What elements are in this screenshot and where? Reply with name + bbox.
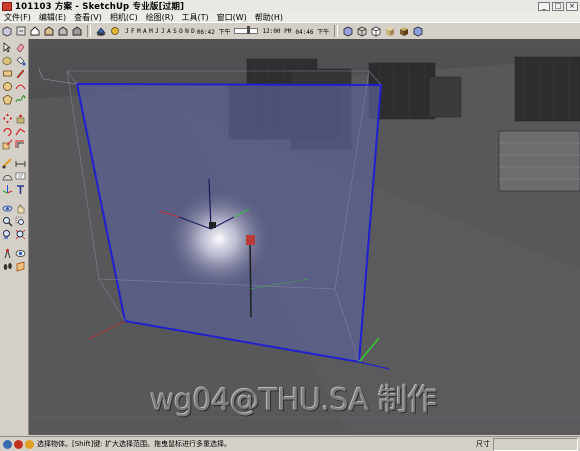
front-view-icon[interactable] [29,25,41,37]
sunset-time: 04:46 下午 [295,28,330,36]
month-label[interactable]: D [191,28,195,35]
help-icon[interactable] [25,439,34,449]
shadow-month-selector[interactable]: J F M A M J J A S O N D [125,28,195,35]
month-label[interactable]: S [173,28,177,35]
menu-file[interactable]: 文件(F) [0,12,35,23]
status-message: 选择物体。[Shift]键: 扩大选择范围。拖曳鼠标进行多重选择。 [37,440,231,448]
zoom-icon[interactable] [2,216,13,227]
freehand-icon[interactable] [15,94,26,105]
watermark-text: wg04@THU.SA 制作 [150,383,437,418]
eraser-icon[interactable] [15,42,26,53]
shaded-style-icon[interactable] [384,25,396,37]
line-pencil-icon[interactable] [15,68,26,79]
iso-view-icon[interactable] [1,25,13,37]
month-label[interactable]: M [149,28,153,35]
menu-camera[interactable]: 相机(C) [106,12,142,23]
text-tool-icon[interactable] [15,171,26,182]
status-bar: 选择物体。[Shift]键: 扩大选择范围。拖曳鼠标进行多重选择。 尺寸 [0,436,580,451]
month-label[interactable]: F [131,28,135,35]
month-label[interactable]: J [125,28,129,35]
time-of-day-slider[interactable] [234,26,259,34]
walk-icon[interactable] [2,261,13,272]
follow-me-icon[interactable] [15,126,26,137]
menu-draw[interactable]: 绘图(R) [142,12,178,23]
offset-icon[interactable] [15,139,26,150]
rectangle-icon[interactable] [2,68,13,79]
polygon-icon[interactable] [2,94,13,105]
3d-viewport[interactable]: wg04@THU.SA 制作 [29,39,580,435]
light-glow [167,189,271,289]
measurements-box[interactable] [493,437,578,451]
month-label[interactable]: J [155,28,159,35]
shaded-textures-style-icon[interactable] [398,25,410,37]
toolbar-separator [87,25,91,37]
menu-window[interactable]: 窗口(W) [213,12,251,23]
protractor-icon[interactable] [2,171,13,182]
menu-help[interactable]: 帮助(H) [251,12,287,23]
select-arrow-icon[interactable] [2,42,13,53]
close-button[interactable]: × [566,1,578,11]
rotate-icon[interactable] [2,126,13,137]
pan-hand-icon[interactable] [15,203,26,214]
sunrise-time: 06:42 下午 [196,28,231,36]
scale-icon[interactable] [2,139,13,150]
hidden-line-style-icon[interactable] [370,25,382,37]
sketchup-app-icon [2,1,12,11]
tool-palette [0,39,29,435]
noon-time: 12:00 PM [262,27,292,35]
orbit-icon[interactable] [2,203,13,214]
move-icon[interactable] [2,113,13,124]
dimension-icon[interactable] [15,158,26,169]
right-view-icon[interactable] [43,25,55,37]
geolocation-icon[interactable] [3,439,12,449]
arc-icon[interactable] [15,81,26,92]
menu-bar: 文件(F) 编辑(E) 查看(V) 相机(C) 绘图(R) 工具(T) 窗口(W… [0,12,580,22]
section-plane-icon[interactable] [15,261,26,272]
monochrome-style-icon[interactable] [412,25,424,37]
shadow-settings-icon[interactable] [109,25,121,37]
measurements-label: 尺寸 [476,440,490,448]
wireframe-style-icon[interactable] [356,25,368,37]
position-camera-icon[interactable] [2,248,13,259]
minimize-button[interactable]: _ [538,1,550,11]
zoom-extents-icon[interactable] [15,229,26,240]
main-toolbar: J F M A M J J A S O N D 06:42 下午 12:00 P… [0,22,580,40]
month-label[interactable]: O [179,28,183,35]
window-title: 101103 方案 - SketchUp 专业版[过期] [15,2,185,12]
circle-icon[interactable] [2,81,13,92]
menu-edit[interactable]: 编辑(E) [35,12,70,23]
month-label[interactable]: N [185,28,189,35]
menu-view[interactable]: 查看(V) [70,12,106,23]
status-icons [3,439,34,449]
paint-bucket-icon[interactable] [15,55,26,66]
top-view-icon[interactable] [15,25,27,37]
push-pull-icon[interactable] [15,113,26,124]
xray-style-icon[interactable] [342,25,354,37]
shadows-toggle-icon[interactable] [95,25,107,37]
credits-icon[interactable] [14,439,23,449]
look-around-icon[interactable] [15,248,26,259]
previous-view-icon[interactable] [2,229,13,240]
window-controls: _ □ × [538,1,578,11]
month-label[interactable]: M [137,28,141,35]
maximize-button[interactable]: □ [552,1,564,11]
axes-icon[interactable] [2,184,13,195]
left-view-icon[interactable] [71,25,83,37]
toolbar-separator [334,25,339,37]
slider-knob[interactable] [247,26,251,34]
menu-tools[interactable]: 工具(T) [178,12,213,23]
make-component-icon[interactable] [2,55,13,66]
back-view-icon[interactable] [57,25,69,37]
3d-text-icon[interactable] [15,184,26,195]
month-label[interactable]: A [143,28,147,35]
month-label[interactable]: A [167,28,171,35]
month-label[interactable]: J [161,28,165,35]
zoom-window-icon[interactable] [15,216,26,227]
tape-measure-icon[interactable] [2,158,13,169]
